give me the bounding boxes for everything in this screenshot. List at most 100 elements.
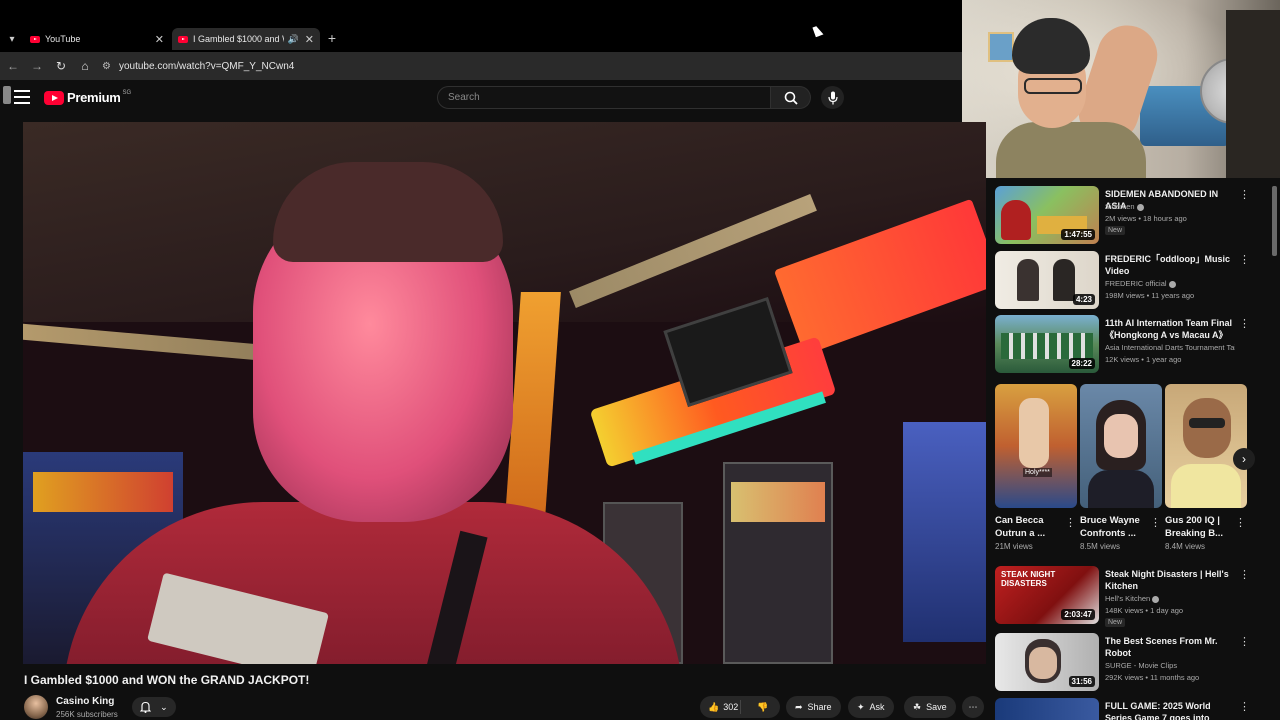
- share-label: Share: [807, 702, 832, 712]
- more-vertical-icon[interactable]: ⋮: [1239, 568, 1250, 581]
- short-title[interactable]: Bruce Wayne Confronts ...: [1080, 514, 1148, 540]
- share-icon: ➦: [795, 701, 803, 712]
- more-vertical-icon[interactable]: ⋮: [1235, 516, 1246, 529]
- home-icon[interactable]: ⌂: [74, 55, 96, 77]
- save-button[interactable]: ☘ Save: [904, 696, 956, 718]
- video-thumbnail[interactable]: 31:56: [995, 633, 1099, 691]
- tab-title: I Gambled $1000 and WON: [193, 34, 284, 44]
- short-item[interactable]: Gus 200 IQ | Breaking B... 8.4M views ⋮: [1165, 384, 1247, 551]
- more-vertical-icon[interactable]: ⋮: [1239, 635, 1250, 648]
- video-title[interactable]: 11th AI Internation Team Final《Hongkong …: [1105, 317, 1233, 341]
- search-input[interactable]: Search: [437, 86, 771, 109]
- recommended-video[interactable]: 1:47:55 SIDEMEN ABANDONED IN ASIA Sideme…: [995, 186, 1255, 244]
- video-duration: 1:47:55: [1061, 229, 1095, 240]
- video-meta: 198M views • 11 years ago: [1105, 291, 1195, 300]
- tab-close-icon[interactable]: ✕: [155, 33, 164, 46]
- video-title[interactable]: Steak Night Disasters | Hell's Kitchen: [1105, 568, 1233, 592]
- like-count: 302: [723, 702, 739, 712]
- short-views: 8.5M views: [1080, 542, 1121, 551]
- like-button[interactable]: 👍 302: [700, 700, 741, 714]
- more-vertical-icon[interactable]: ⋮: [1239, 253, 1250, 266]
- short-title[interactable]: Gus 200 IQ | Breaking B...: [1165, 514, 1233, 540]
- search-button[interactable]: [771, 86, 811, 109]
- short-title[interactable]: Can Becca Outrun a ...: [995, 514, 1063, 540]
- video-thumbnail[interactable]: [995, 698, 1099, 720]
- more-vertical-icon[interactable]: ⋮: [1239, 317, 1250, 330]
- channel-name[interactable]: Sidemen: [1105, 202, 1235, 211]
- url-field[interactable]: youtube.com/watch?v=QMF_Y_NCwn4: [119, 61, 294, 72]
- youtube-premium-logo[interactable]: Premium SG: [44, 90, 131, 105]
- video-title[interactable]: The Best Scenes From Mr. Robot: [1105, 635, 1233, 659]
- thumbnail-text: STEAK NIGHT DISASTERS: [1001, 570, 1056, 588]
- notification-bell-button[interactable]: ⌄: [132, 697, 176, 717]
- video-title[interactable]: FULL GAME: 2025 World Series Game 7 goes…: [1105, 700, 1233, 720]
- recommended-video[interactable]: 31:56 The Best Scenes From Mr. Robot SUR…: [995, 633, 1255, 691]
- recommended-video[interactable]: STEAK NIGHT DISASTERS 2:03:47 Steak Nigh…: [995, 566, 1255, 627]
- video-duration: 28:22: [1068, 358, 1095, 369]
- video-meta: 12K views • 1 year ago: [1105, 355, 1182, 364]
- address-bar: ← → ↻ ⌂ ⚙ youtube.com/watch?v=QMF_Y_NCwn…: [0, 52, 962, 80]
- thumbs-down-icon: 👎: [757, 701, 769, 712]
- back-arrow-icon[interactable]: ←: [2, 55, 24, 77]
- share-button[interactable]: ➦ Share: [786, 696, 841, 718]
- short-item[interactable]: Bruce Wayne Confronts ... 8.5M views ⋮: [1080, 384, 1162, 551]
- video-title[interactable]: FREDERIC「oddloop」Music Video: [1105, 253, 1233, 277]
- verified-icon: [1152, 595, 1160, 603]
- channel-avatar[interactable]: [24, 695, 48, 719]
- voice-search-button[interactable]: [821, 86, 844, 109]
- browser-title-bar: [0, 0, 962, 26]
- recommended-video[interactable]: 4:23 FREDERIC「oddloop」Music Video FREDER…: [995, 251, 1255, 309]
- more-vertical-icon[interactable]: ⋮: [1239, 700, 1250, 713]
- short-thumbnail[interactable]: Holy****: [995, 384, 1077, 508]
- sparkle-icon: ✦: [857, 701, 865, 712]
- more-vertical-icon[interactable]: ⋮: [1239, 188, 1250, 201]
- video-thumbnail[interactable]: 4:23: [995, 251, 1099, 309]
- new-badge: New: [1105, 226, 1126, 235]
- ask-button[interactable]: ✦ Ask: [848, 696, 894, 718]
- channel-name[interactable]: Asia International Darts Tournament Tai.…: [1105, 343, 1235, 352]
- ask-label: Ask: [869, 702, 885, 712]
- shorts-next-arrow-icon[interactable]: ›: [1233, 448, 1255, 470]
- forward-arrow-icon[interactable]: →: [26, 55, 48, 77]
- video-thumbnail[interactable]: 28:22: [995, 315, 1099, 373]
- microphone-icon: [827, 91, 838, 104]
- page-scrollbar-thumb[interactable]: [3, 86, 11, 104]
- video-meta: 292K views • 11 months ago: [1105, 673, 1200, 682]
- more-vertical-icon[interactable]: ⋮: [1150, 516, 1161, 529]
- video-thumbnail[interactable]: STEAK NIGHT DISASTERS 2:03:47: [995, 566, 1099, 624]
- short-views: 8.4M views: [1165, 542, 1206, 551]
- dislike-button[interactable]: 👎: [746, 702, 780, 713]
- streamer: [996, 17, 1166, 178]
- new-badge: New: [1105, 618, 1126, 627]
- hamburger-menu-icon[interactable]: [14, 90, 30, 104]
- recommended-video[interactable]: FULL GAME: 2025 World Series Game 7 goes…: [995, 698, 1255, 720]
- more-actions-button[interactable]: ⋯: [962, 696, 984, 718]
- new-tab-button[interactable]: +: [324, 30, 340, 46]
- sidebar-scrollbar[interactable]: [1272, 186, 1277, 256]
- short-thumbnail[interactable]: [1165, 384, 1247, 508]
- browser-tab-video[interactable]: I Gambled $1000 and WON 🔊 ✕: [172, 28, 320, 50]
- site-info-icon[interactable]: ⚙: [102, 61, 111, 72]
- channel-name[interactable]: FREDERIC official: [1105, 279, 1235, 288]
- save-label: Save: [926, 702, 947, 712]
- video-duration: 4:23: [1072, 294, 1095, 305]
- tab-search-dropdown[interactable]: ▾: [4, 31, 20, 47]
- tab-title: YouTube: [45, 34, 81, 44]
- more-vertical-icon[interactable]: ⋮: [1065, 516, 1076, 529]
- video-duration: 2:03:47: [1061, 609, 1095, 620]
- recommended-video[interactable]: 28:22 11th AI Internation Team Final《Hon…: [995, 315, 1255, 373]
- like-dislike-group: 👍 302 👎: [700, 696, 780, 718]
- short-item[interactable]: Holy**** Can Becca Outrun a ... 21M view…: [995, 384, 1077, 551]
- tab-close-icon[interactable]: ✕: [305, 33, 314, 46]
- tab-audio-speaker-icon[interactable]: 🔊: [288, 34, 299, 45]
- video-thumbnail[interactable]: 1:47:55: [995, 186, 1099, 244]
- short-thumbnail[interactable]: [1080, 384, 1162, 508]
- channel-name[interactable]: Casino King: [56, 696, 114, 707]
- channel-name[interactable]: SURGE - Movie Clips: [1105, 661, 1235, 670]
- channel-name[interactable]: Hell's Kitchen: [1105, 594, 1235, 603]
- video-player[interactable]: [23, 122, 986, 664]
- browser-tab-youtube[interactable]: YouTube ✕: [24, 28, 170, 50]
- video-meta: 148K views • 1 day ago: [1105, 606, 1184, 615]
- verified-icon: [1136, 203, 1144, 211]
- reload-icon[interactable]: ↻: [50, 55, 72, 77]
